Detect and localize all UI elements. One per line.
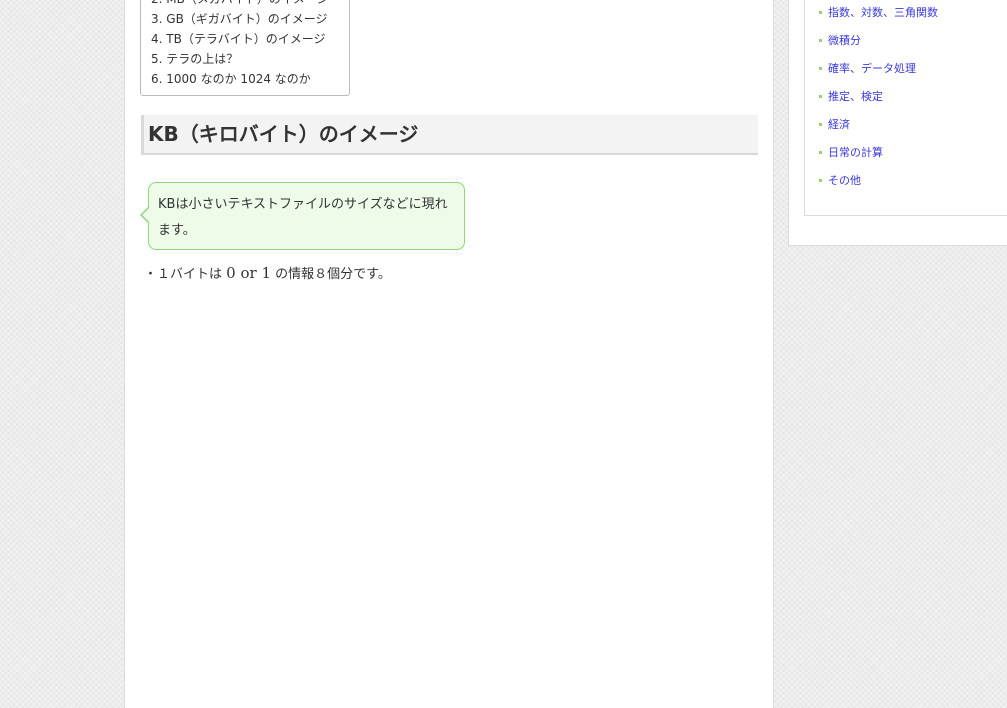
- toc-list: 2. MB（メガバイト）のイメージ 3. GB（ギガバイト）のイメージ 4. T…: [151, 0, 329, 89]
- sidebar-link-calculus[interactable]: 微積分: [828, 34, 861, 47]
- math-one: 1: [261, 264, 271, 282]
- sidebar-link-other[interactable]: その他: [828, 174, 861, 187]
- sidebar-item: 微積分: [819, 27, 938, 55]
- sidebar-item: その他: [819, 167, 938, 195]
- math-or: or: [235, 264, 262, 282]
- byte-info-prefix: ・１バイトは: [144, 267, 227, 282]
- bullet-square-icon: [819, 10, 822, 14]
- section-heading-box: KB（キロバイト）のイメージ: [141, 115, 758, 155]
- bullet-square-icon: [819, 66, 822, 70]
- sidebar-item: 推定、検定: [819, 83, 938, 111]
- byte-info-suffix: の情報８個分です。: [270, 267, 391, 282]
- bullet-square-icon: [819, 94, 822, 98]
- sidebar-category-list: 指数、対数、三角関数 微積分 確率、データ処理 推定、検定 経済 日常の計算 そ…: [819, 0, 938, 195]
- sidebar-link-economics[interactable]: 経済: [828, 118, 850, 131]
- main-content-panel: 2. MB（メガバイト）のイメージ 3. GB（ギガバイト）のイメージ 4. T…: [124, 0, 774, 708]
- toc-item-1000-or-1024[interactable]: 6. 1000 なのか 1024 なのか: [151, 69, 329, 89]
- sidebar-item: 確率、データ処理: [819, 55, 938, 83]
- speech-bubble: KBは小さいテキストファイルのサイズなどに現れます。: [140, 182, 465, 250]
- table-of-contents: 2. MB（メガバイト）のイメージ 3. GB（ギガバイト）のイメージ 4. T…: [140, 0, 350, 96]
- sidebar-item: 経済: [819, 111, 938, 139]
- math-zero: 0: [226, 264, 236, 282]
- bullet-square-icon: [819, 122, 822, 126]
- sidebar-item: 日常の計算: [819, 139, 938, 167]
- toc-item-tb[interactable]: 4. TB（テラバイト）のイメージ: [151, 29, 329, 49]
- bullet-square-icon: [819, 38, 822, 42]
- toc-item-gb[interactable]: 3. GB（ギガバイト）のイメージ: [151, 9, 329, 29]
- sidebar-link-daily-calc[interactable]: 日常の計算: [828, 146, 883, 159]
- byte-info-line: ・１バイトは 0 or 1 の情報８個分です。: [144, 262, 391, 286]
- sidebar-link-estimation-testing[interactable]: 推定、検定: [828, 90, 883, 103]
- sidebar-link-exponent-log-trig[interactable]: 指数、対数、三角関数: [828, 6, 938, 19]
- toc-item-mb[interactable]: 2. MB（メガバイト）のイメージ: [151, 0, 329, 9]
- bullet-square-icon: [819, 150, 822, 154]
- bullet-square-icon: [819, 178, 822, 182]
- speech-bubble-tail-fill: [142, 207, 150, 223]
- speech-bubble-text: KBは小さいテキストファイルのサイズなどに現れます。: [158, 197, 448, 238]
- sidebar-item: 指数、対数、三角関数: [819, 0, 938, 27]
- section-heading: KB（キロバイト）のイメージ: [148, 122, 419, 146]
- toc-item-above-tera[interactable]: 5. テラの上は？: [151, 49, 329, 69]
- sidebar-category-box: 指数、対数、三角関数 微積分 確率、データ処理 推定、検定 経済 日常の計算 そ…: [804, 0, 1007, 216]
- sidebar-link-probability-data[interactable]: 確率、データ処理: [828, 62, 916, 75]
- sidebar-panel: 指数、対数、三角関数 微積分 確率、データ処理 推定、検定 経済 日常の計算 そ…: [788, 0, 1007, 246]
